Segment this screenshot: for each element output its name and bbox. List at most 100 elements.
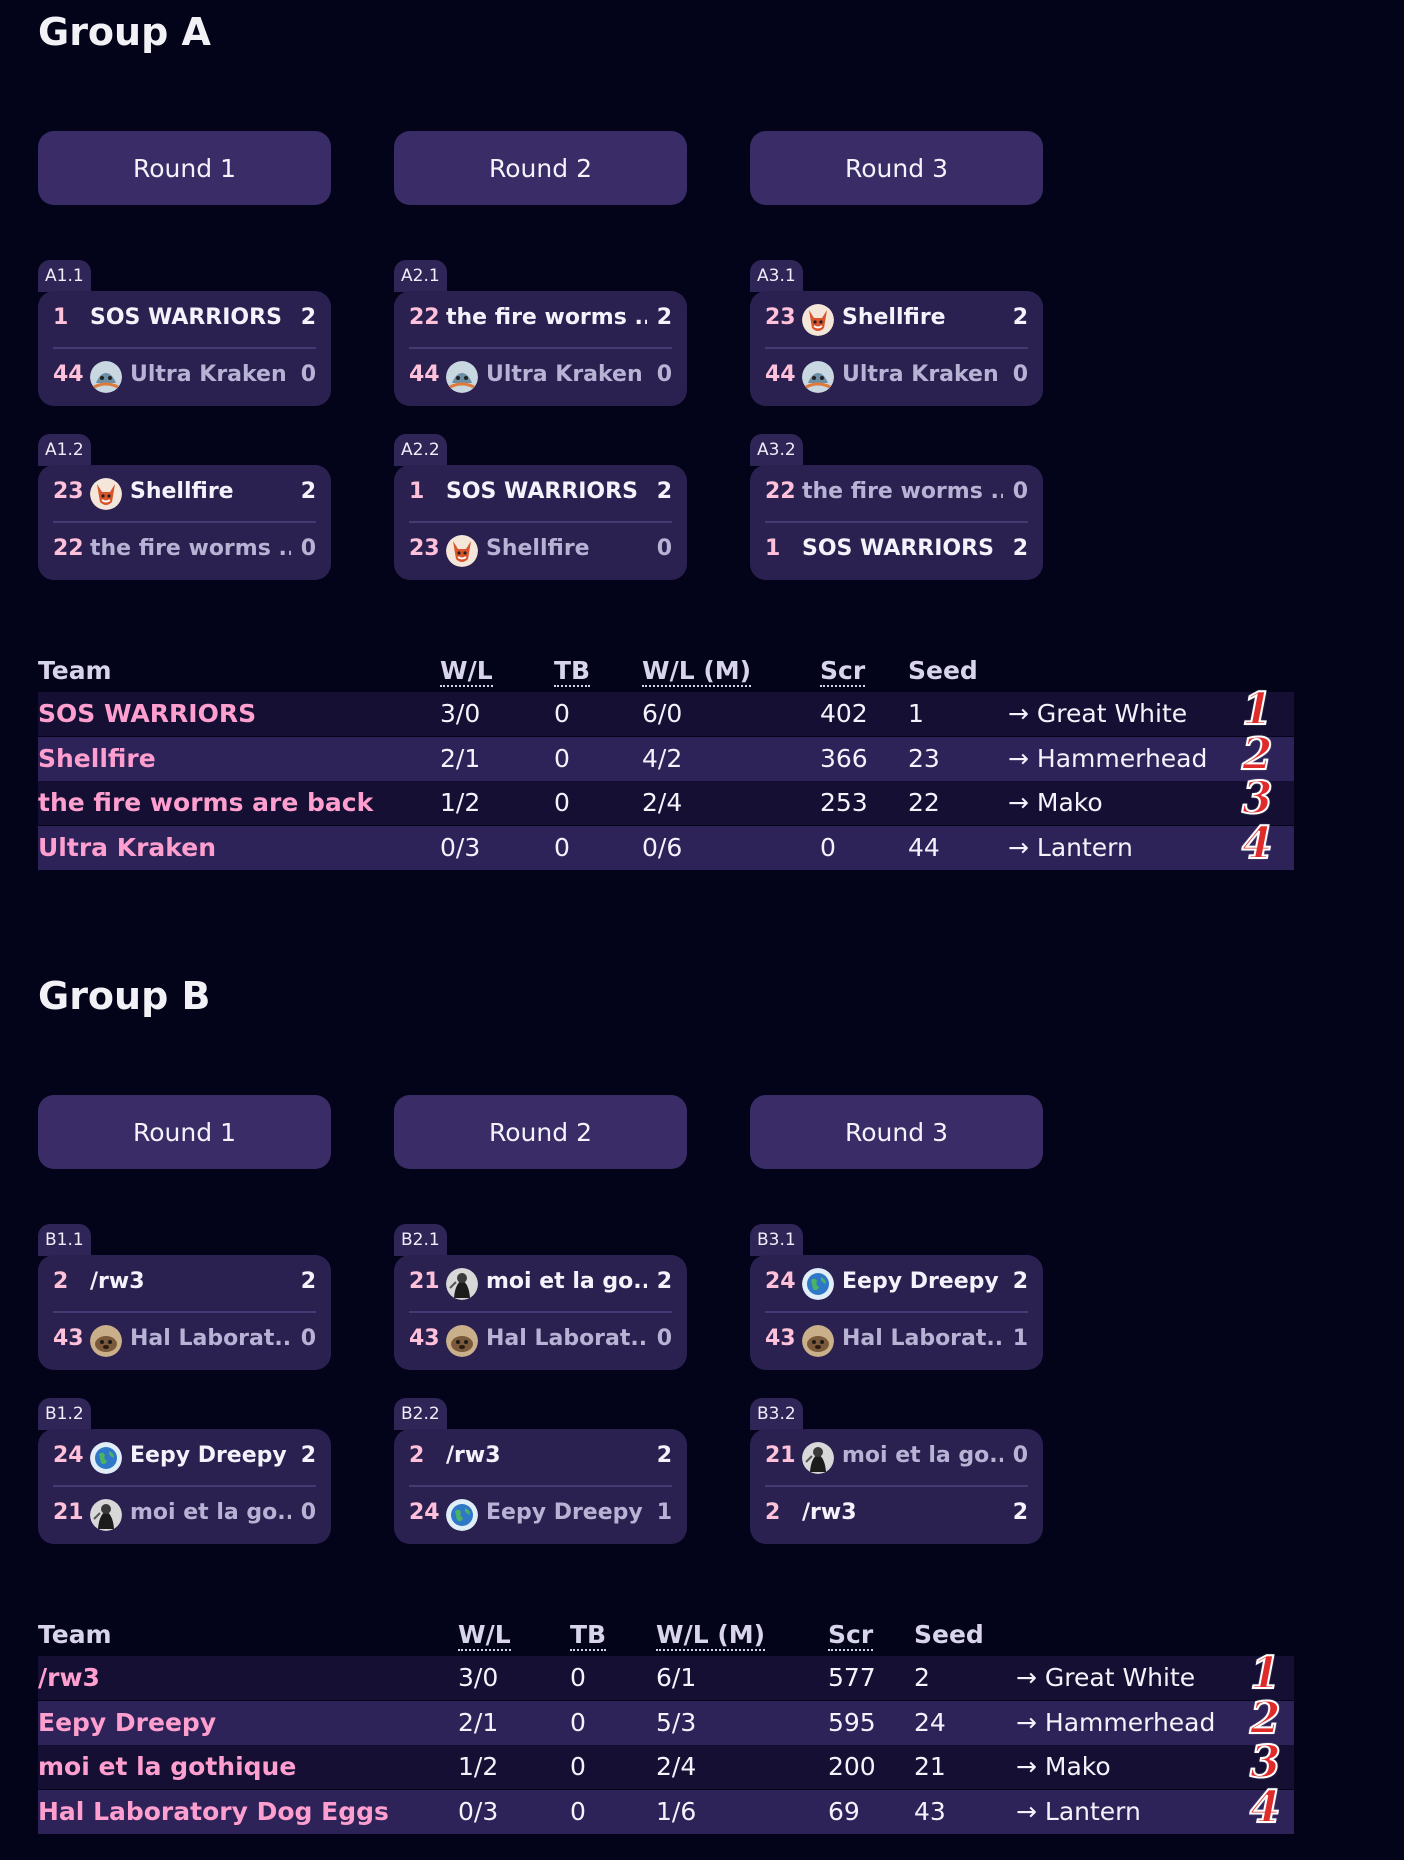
standings-team-link[interactable]: the fire worms are back xyxy=(38,788,373,817)
team-entry[interactable]: 21 moi et la go... 0 xyxy=(38,1486,331,1542)
team-seed: 2 xyxy=(53,1269,69,1294)
standings-seed: 24 xyxy=(914,1707,946,1737)
match-card[interactable]: 21 moi et la go... 2 43 Hal Laborat... 0 xyxy=(394,1255,687,1370)
header-wl[interactable]: W/L xyxy=(458,1620,511,1651)
standings-team-link[interactable]: Shellfire xyxy=(38,744,156,773)
team-seed: 21 xyxy=(409,1269,440,1294)
match-card[interactable]: 23 Shellfire 2 22 the fire worms ... 0 xyxy=(38,465,331,580)
team-entry[interactable]: 2/rw3 2 xyxy=(750,1486,1043,1542)
team-seed: 24 xyxy=(53,1443,84,1468)
team-entry[interactable]: 1 SOS WARRIORS 2 xyxy=(38,291,331,347)
team-entry[interactable]: 1 SOS WARRIORS 2 xyxy=(394,465,687,521)
team-entry[interactable]: 24 Eepy Dreepy 2 xyxy=(750,1255,1043,1311)
team-entry[interactable]: 43 Hal Laborat... 0 xyxy=(38,1312,331,1368)
team-entry[interactable]: 44 Ultra Kraken 0 xyxy=(750,348,1043,404)
team-score: 2 xyxy=(1012,305,1028,330)
team-entry[interactable]: 44 Ultra Kraken 0 xyxy=(38,348,331,404)
team-score: 0 xyxy=(1012,362,1028,387)
team-score: 2 xyxy=(300,1269,316,1294)
standings-tb: 0 xyxy=(570,1663,586,1692)
team-name: Ultra Kraken xyxy=(486,362,643,387)
team-seed: 22 xyxy=(765,479,796,504)
team-entry[interactable]: 22 the fire worms ... 0 xyxy=(750,465,1043,521)
standings-team-link[interactable]: Ultra Kraken xyxy=(38,833,216,862)
team-entry[interactable]: 23 Shellfire 2 xyxy=(38,465,331,521)
match-label: B1.1 xyxy=(38,1224,91,1256)
team-name: Eepy Dreepy xyxy=(130,1443,287,1468)
match-card[interactable]: 1 SOS WARRIORS 2 23 Shellfire 0 xyxy=(394,465,687,580)
header-tb[interactable]: TB xyxy=(554,656,591,687)
dog-avatar-icon xyxy=(446,1325,478,1357)
match-card[interactable]: 24 Eepy Dreepy 2 21 moi et la go... 0 xyxy=(38,1429,331,1544)
match-card[interactable]: 2/rw3 2 43 Hal Laborat... 0 xyxy=(38,1255,331,1370)
match-card[interactable]: 23 Shellfire 2 44 Ultra Kraken 0 xyxy=(750,291,1043,406)
header-tb[interactable]: TB xyxy=(570,1620,607,1651)
match-card[interactable]: 21 moi et la go... 0 2/rw3 2 xyxy=(750,1429,1043,1544)
round-1-button[interactable]: Round 1 xyxy=(38,131,331,205)
round-3-button[interactable]: Round 3 xyxy=(750,1095,1043,1169)
team-entry[interactable]: 44 Ultra Kraken 0 xyxy=(394,348,687,404)
globe-avatar-icon xyxy=(446,1499,478,1531)
team-seed: 43 xyxy=(409,1326,440,1351)
standings-team-link[interactable]: moi et la gothique xyxy=(38,1752,296,1781)
standings-destination: → Hammerhead xyxy=(1008,743,1208,773)
team-entry[interactable]: 43 Hal Laborat... 0 xyxy=(394,1312,687,1368)
team-entry[interactable]: 43 Hal Laborat... 1 xyxy=(750,1312,1043,1368)
header-wl-matches[interactable]: W/L (M) xyxy=(656,1620,766,1651)
match-label: A1.2 xyxy=(38,434,91,466)
team-score: 2 xyxy=(300,305,316,330)
team-entry[interactable]: 21 moi et la go... 0 xyxy=(750,1429,1043,1485)
placement-marker: 4 xyxy=(1249,1781,1282,1834)
standings-row: SOS WARRIORS 3/0 0 6/0 402 1 → Great White 1 xyxy=(38,683,1294,736)
standings-seed: 23 xyxy=(908,743,940,773)
team-name: Hal Laborat... xyxy=(842,1326,1003,1351)
team-seed: 1 xyxy=(53,305,69,330)
standings-header: Team W/L TB W/L (M) Scr Seed xyxy=(38,1612,1294,1656)
team-score: 0 xyxy=(300,1326,316,1351)
standings-team-link[interactable]: Eepy Dreepy xyxy=(38,1708,216,1737)
header-score[interactable]: Scr xyxy=(820,656,866,687)
round-2-button[interactable]: Round 2 xyxy=(394,131,687,205)
match-card[interactable]: 2/rw3 2 24 Eepy Dreepy 1 xyxy=(394,1429,687,1544)
standings-row: moi et la gothique 1/2 0 2/4 200 21 → Mako 3 xyxy=(38,1736,1294,1789)
group-title: Group A xyxy=(38,10,211,54)
round-3-button[interactable]: Round 3 xyxy=(750,131,1043,205)
standings-tb: 0 xyxy=(570,1707,586,1737)
team-entry[interactable]: 2/rw3 2 xyxy=(38,1255,331,1311)
kraken-avatar-icon xyxy=(90,361,122,393)
goth-avatar-icon xyxy=(90,1499,122,1531)
team-seed: 24 xyxy=(765,1269,796,1294)
standings-team-link[interactable]: /rw3 xyxy=(38,1663,100,1692)
standings-wl-matches: 2/4 xyxy=(656,1752,697,1781)
standings-destination: → Lantern xyxy=(1008,832,1133,862)
standings-team-link[interactable]: SOS WARRIORS xyxy=(38,699,256,728)
match-label: B3.1 xyxy=(750,1224,803,1256)
team-score: 0 xyxy=(656,1326,672,1351)
team-entry[interactable]: 21 moi et la go... 2 xyxy=(394,1255,687,1311)
header-wl-matches[interactable]: W/L (M) xyxy=(642,656,752,687)
standings-row: Ultra Kraken 0/3 0 0/6 0 44 → Lantern 4 xyxy=(38,817,1294,870)
match-divider xyxy=(409,1311,672,1313)
round-1-button[interactable]: Round 1 xyxy=(38,1095,331,1169)
standings-team-link[interactable]: Hal Laboratory Dog Eggs xyxy=(38,1797,389,1826)
team-entry[interactable]: 22 the fire worms ... 2 xyxy=(394,291,687,347)
team-entry[interactable]: 1 SOS WARRIORS 2 xyxy=(750,522,1043,578)
match-card[interactable]: 22 the fire worms ... 0 1 SOS WARRIORS 2 xyxy=(750,465,1043,580)
team-entry[interactable]: 22 the fire worms ... 0 xyxy=(38,522,331,578)
team-entry[interactable]: 2/rw3 2 xyxy=(394,1429,687,1485)
standings-tb: 0 xyxy=(570,1796,586,1826)
standings-wl: 3/0 xyxy=(458,1663,499,1692)
team-entry[interactable]: 23 Shellfire 2 xyxy=(750,291,1043,347)
match-card[interactable]: 1 SOS WARRIORS 2 44 Ultra Kraken 0 xyxy=(38,291,331,406)
match-card[interactable]: 22 the fire worms ... 2 44 Ultra Kraken 0 xyxy=(394,291,687,406)
round-2-button[interactable]: Round 2 xyxy=(394,1095,687,1169)
team-name: SOS WARRIORS xyxy=(90,305,282,330)
team-entry[interactable]: 23 Shellfire 0 xyxy=(394,522,687,578)
header-score[interactable]: Scr xyxy=(828,1620,874,1651)
team-entry[interactable]: 24 Eepy Dreepy 1 xyxy=(394,1486,687,1542)
match-label: B1.2 xyxy=(38,1398,91,1430)
standings-tb: 0 xyxy=(570,1752,586,1781)
team-entry[interactable]: 24 Eepy Dreepy 2 xyxy=(38,1429,331,1485)
match-card[interactable]: 24 Eepy Dreepy 2 43 Hal Laborat... 1 xyxy=(750,1255,1043,1370)
header-wl[interactable]: W/L xyxy=(440,656,493,687)
